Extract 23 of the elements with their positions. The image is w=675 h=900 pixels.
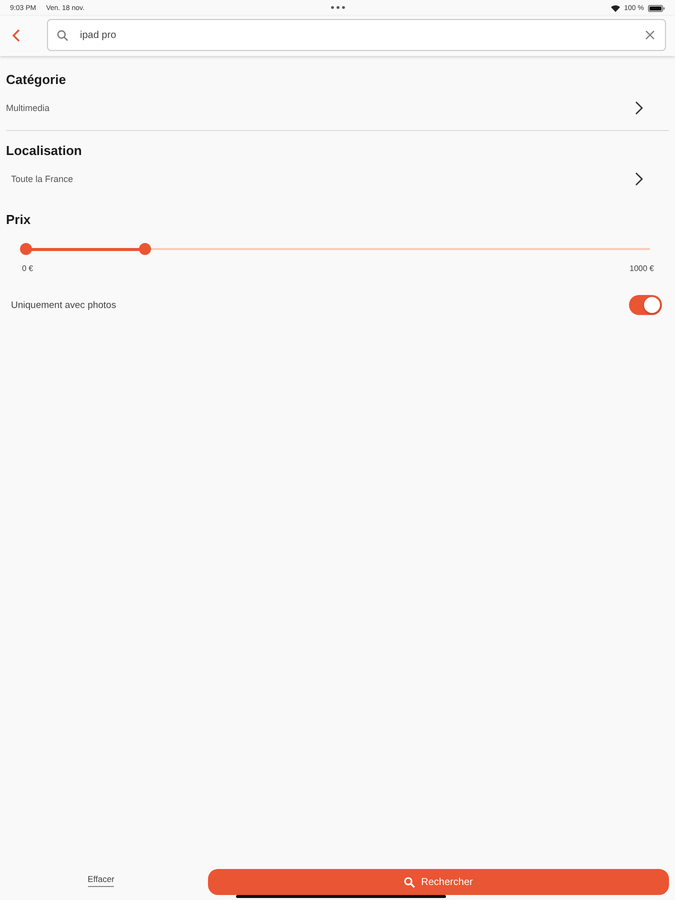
close-icon[interactable] bbox=[645, 30, 655, 40]
section-heading: Catégorie bbox=[6, 72, 66, 88]
filter-row[interactable]: Multimedia bbox=[6, 91, 669, 125]
search-icon bbox=[57, 30, 68, 41]
wifi-icon bbox=[611, 4, 620, 12]
min-price-label: 0 € bbox=[22, 264, 34, 273]
toggle-switch[interactable] bbox=[629, 295, 662, 315]
max-price-label: 1000 € bbox=[630, 264, 654, 273]
clear-button[interactable]: Effacer bbox=[88, 874, 114, 886]
slider-handle[interactable] bbox=[138, 243, 151, 255]
battery-icon bbox=[648, 4, 665, 12]
section-heading: Prix bbox=[6, 212, 31, 228]
multitasking-dots-icon bbox=[331, 6, 345, 9]
slider-handle[interactable] bbox=[20, 243, 32, 255]
search-field[interactable]: ipad pro bbox=[47, 19, 666, 51]
search-button[interactable]: Rechercher bbox=[208, 869, 669, 895]
back-icon[interactable] bbox=[12, 28, 20, 42]
section-heading: Localisation bbox=[6, 143, 82, 159]
filter-row[interactable]: Toute la France bbox=[6, 162, 669, 196]
chevron-right-icon bbox=[635, 101, 643, 115]
chevron-right-icon bbox=[635, 172, 643, 186]
option-label: Uniquement avec photos bbox=[11, 300, 116, 310]
search-icon bbox=[404, 876, 416, 888]
